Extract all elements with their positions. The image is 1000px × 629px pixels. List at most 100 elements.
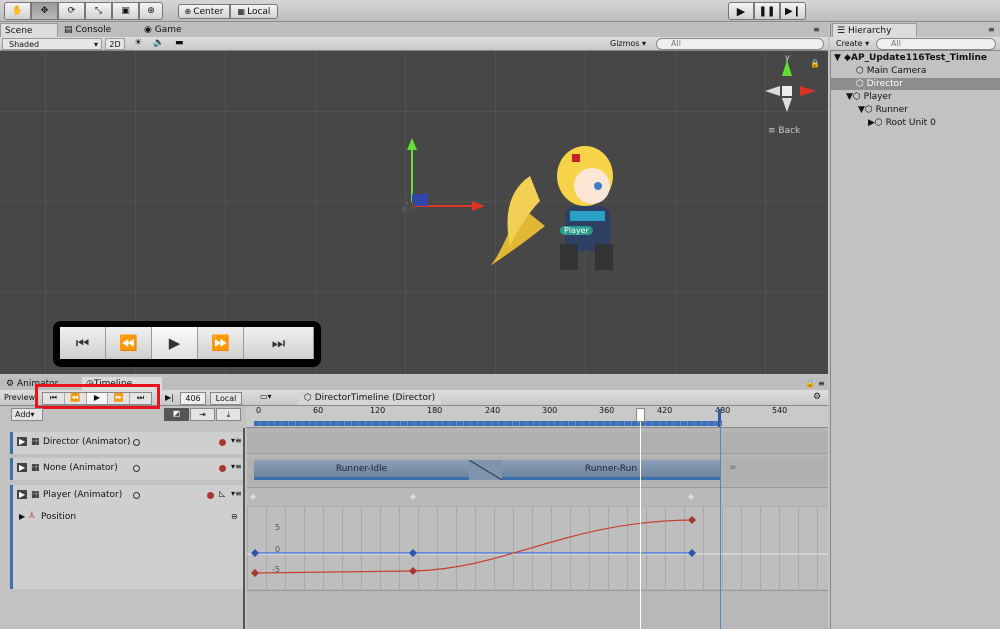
record-icon[interactable] [207,492,214,499]
track-menu-icon[interactable]: ▾≡ [231,489,242,498]
timeline-ruler[interactable]: 0 60 120 180 240 300 360 420 480 540 [246,406,828,428]
shading-dropdown[interactable]: Shaded ▾ [2,38,102,50]
overlay-first-frame-button[interactable]: ⏮ [60,327,106,359]
console-icon: ▤ [64,25,73,35]
track-menu-icon[interactable]: ▾≡ [231,436,242,445]
toggle-2d-button[interactable]: 2D [105,38,125,50]
tab-scene[interactable]: Scene [0,23,58,37]
blend-region[interactable] [469,460,502,480]
hierarchy-item-director[interactable]: ⬡ Director [856,79,903,89]
rect-tool-button[interactable]: ▣ [112,2,139,20]
image-icon[interactable]: ▬ [175,38,184,48]
track-header-player[interactable]: ▶ ▦ Player (Animator) ◺ ▾≡ ▶ ⅄ Position … [10,485,243,589]
hierarchy-item-root-unit[interactable]: ▶⬡ Root Unit 0 [868,118,936,128]
scene-tabbar [0,23,828,37]
property-toggle-icon[interactable]: ⊖ [231,512,238,521]
gizmos-dropdown[interactable]: Gizmos ▾ [610,38,650,50]
play-button[interactable]: ▶ [728,2,754,20]
hierarchy-item-scene[interactable]: ▼ ◆AP_Update116Test_Timline [834,53,987,63]
track-collapse-icon[interactable]: ▶ [17,463,28,472]
track-header-director[interactable]: ▶ ▦ Director (Animator) ▾≡ [10,432,243,454]
transform-tool-button[interactable]: ⊕ [139,2,163,20]
keyframe-marker[interactable]: ◆ [410,492,416,501]
hand-tool-button[interactable]: ✋ [4,2,31,20]
track-option-button[interactable]: ⇥ [190,408,215,421]
overlay-play-button[interactable]: ▶ [152,327,198,359]
hierarchy-item-label: Player [863,92,892,102]
overlay-prev-frame-button[interactable]: ⏪ [106,327,152,359]
scale-tool-button[interactable]: ⤡ [85,2,112,20]
rotate-tool-button[interactable]: ⟳ [58,2,85,20]
timeline-lock-icon[interactable]: 🔒 [805,379,815,388]
hierarchy-item-player[interactable]: ▼⬡ Player [846,92,892,102]
hierarchy-item-main-camera[interactable]: ⬡ Main Camera [856,66,926,76]
curve-editor[interactable]: 5 0 -5 [247,507,828,589]
track-menu-icon[interactable]: ▾≡ [231,462,242,471]
track-lane-none[interactable]: Runner-Idle Runner-Run ∞ [247,458,828,482]
track-collapse-icon[interactable]: ▶ [17,437,28,446]
track-binding-icon[interactable] [133,465,140,472]
asset-breadcrumb[interactable]: ⬡ DirectorTimeline (Director) [298,392,442,405]
keyframe-marker[interactable]: ◆ [688,492,694,501]
move-tool-button[interactable]: ✥ [31,2,58,20]
expand-arrow-icon[interactable]: ▶ [19,512,25,521]
space-local-button[interactable]: ▦ Local [230,4,278,19]
light-icon[interactable]: ☀ [134,38,142,48]
download-icon: ⤓ [226,410,231,419]
rect-icon: ▣ [121,6,130,16]
player-sprite[interactable] [490,126,640,286]
gameobject-icon: ⬡ [304,393,315,403]
overlay-next-frame-button[interactable]: ⏩ [198,327,244,359]
clip-runner-run[interactable]: Runner-Run [502,460,720,480]
hierarchy-create-dropdown[interactable]: Create ▾ [836,38,869,50]
playhead-handle[interactable] [636,408,645,422]
track-header-none[interactable]: ▶ ▦ None (Animator) ▾≡ [10,458,243,480]
curve-toggle-button[interactable]: ◩ [164,408,189,421]
expand-arrow-icon: ▼ [846,92,853,102]
step-button[interactable]: ▶❙ [780,2,806,20]
pause-button[interactable]: ❚❚ [754,2,780,20]
frame-field[interactable]: 406 [180,392,206,405]
hierarchy-panel [830,23,1000,629]
property-label[interactable]: Position [41,512,76,522]
tab-hierarchy[interactable]: ☰ Hierarchy [832,23,917,37]
scene-search-input[interactable]: All [656,38,824,50]
tab-menu-icon[interactable]: ≡ [813,25,820,34]
preview-button[interactable]: Preview [4,393,35,402]
curve-key [409,567,417,575]
game-icon: ◉ [144,25,152,35]
track-collapse-icon[interactable]: ▶ [17,490,28,499]
lock-icon[interactable]: 🔒 [810,59,820,68]
hierarchy-item-runner[interactable]: ▼⬡ Runner [858,105,908,115]
timeline-menu-icon[interactable]: ≡ [818,379,825,388]
audio-icon[interactable]: 🔈 [153,38,164,48]
add-track-button[interactable]: Add▾ [11,408,43,421]
position-curves[interactable] [247,507,828,589]
tab-game[interactable]: ◉ Game [140,23,186,37]
hierarchy-search-input[interactable]: All [876,38,996,50]
scale-icon: ⤡ [94,6,103,16]
frame-value: 406 [185,394,201,403]
track-binding-icon[interactable] [133,439,140,446]
record-icon[interactable] [219,465,226,472]
overlay-last-frame-button[interactable]: ⏭ [244,327,314,359]
record-icon[interactable] [219,439,226,446]
curve-edit-icon[interactable]: ◺ [219,489,225,498]
clip-runner-idle[interactable]: Runner-Idle [254,460,469,480]
ruler-tick-label: 300 [542,406,558,415]
record-option-button[interactable]: ⤓ [216,408,241,421]
timeline-settings-icon[interactable]: ⚙ [813,392,821,402]
track-lane-player[interactable]: ◆ ◆ ◆ [247,487,828,505]
track-binding-icon[interactable] [133,492,140,499]
timeline-space-button[interactable]: Local [210,392,242,405]
hierarchy-menu-icon[interactable]: ≡ [988,25,995,34]
play-range-button[interactable]: ▶| [165,393,174,402]
track-lane-director[interactable] [247,432,828,454]
timeline-asset-selector[interactable]: ▭▾ [260,392,272,401]
pivot-center-button[interactable]: ⊕ Center [178,4,230,19]
keyframe-marker[interactable]: ◆ [250,492,256,501]
tab-console[interactable]: ▤ Console [60,23,115,37]
gizmo-back-label[interactable]: ≡ Back [768,126,800,136]
gameobject-icon: ⬡ [852,92,864,102]
gameobject-icon: ⬡ [864,105,876,115]
